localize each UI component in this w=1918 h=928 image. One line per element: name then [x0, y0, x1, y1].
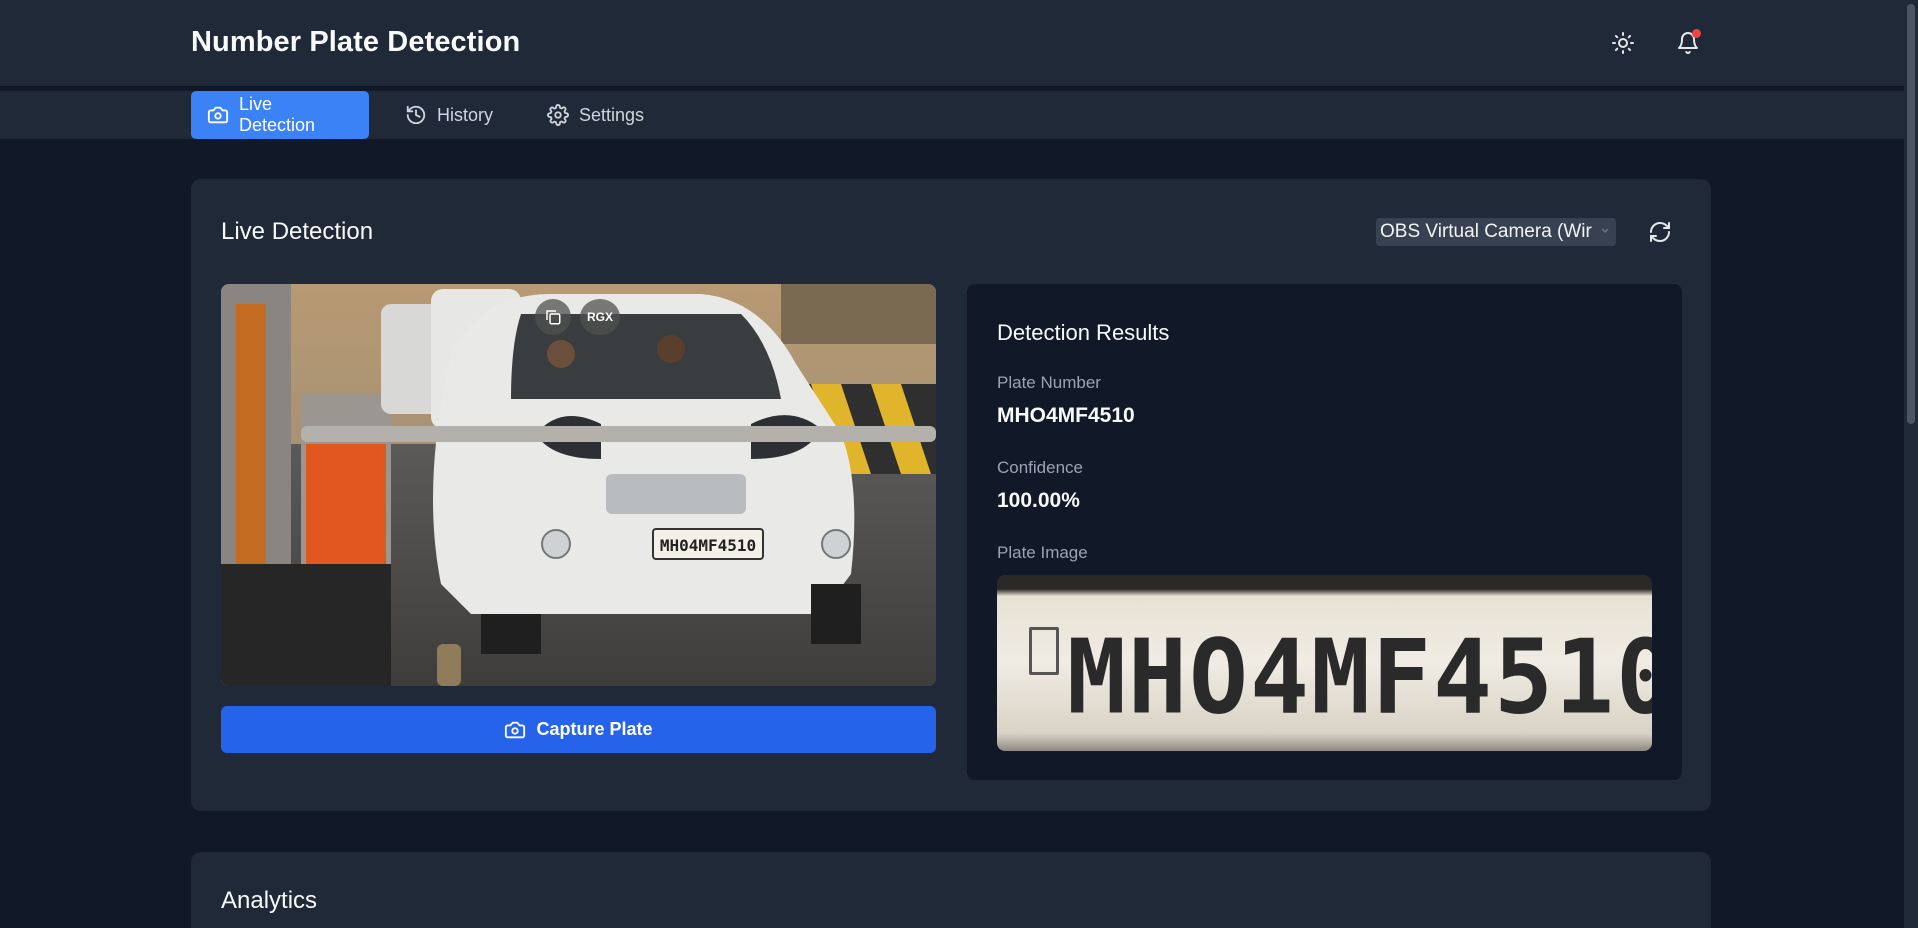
camera-icon	[207, 106, 229, 124]
plate-image-text: MHO4MF4510	[1067, 618, 1652, 738]
sun-icon	[1612, 32, 1634, 54]
capture-plate-button[interactable]: Capture Plate	[221, 706, 936, 753]
feed-plate-text: MH04MF4510	[660, 536, 756, 555]
plate-emblem	[1029, 627, 1059, 675]
analytics-card	[191, 852, 1711, 928]
tab-live-detection[interactable]: Live Detection	[191, 91, 369, 139]
scrollbar-thumb[interactable]	[1907, 4, 1915, 424]
detection-results-title: Detection Results	[997, 320, 1170, 345]
app-title: Number Plate Detection	[191, 26, 521, 58]
capture-plate-label: Capture Plate	[536, 719, 653, 739]
history-icon	[406, 105, 426, 125]
notification-dot	[1692, 29, 1701, 38]
live-detection-title: Live Detection	[221, 218, 374, 245]
camera-select[interactable]: OBS Virtual Camera (Wir	[1376, 218, 1616, 246]
camera-icon	[505, 721, 526, 738]
plate-image-label: Plate Image	[997, 543, 1088, 562]
refresh-icon	[1650, 222, 1670, 242]
scrollbar[interactable]	[1904, 0, 1918, 928]
refresh-cameras-button[interactable]	[1640, 212, 1680, 252]
theme-toggle-button[interactable]	[1603, 23, 1643, 63]
copy-overlay-button[interactable]	[535, 299, 571, 335]
copy-icon	[546, 310, 561, 325]
tab-label: History	[437, 104, 494, 125]
chevron-down-icon	[1601, 228, 1609, 234]
tab-history[interactable]: History	[389, 91, 509, 139]
camera-feed-image: MH04MF4510	[221, 284, 936, 686]
camera-select-value: OBS Virtual Camera (Wir	[1380, 221, 1592, 242]
top-header: Number Plate Detection	[0, 0, 1904, 87]
detection-results-panel: Detection Results Plate Number MHO4MF451…	[967, 284, 1682, 780]
plate-number-value: MHO4MF4510	[997, 404, 1135, 427]
tab-bar: Live Detection History Settings	[0, 91, 1904, 139]
confidence-value: 100.00%	[997, 489, 1080, 512]
analytics-title: Analytics	[221, 887, 318, 914]
confidence-label: Confidence	[997, 458, 1084, 477]
plate-number-label: Plate Number	[997, 373, 1101, 392]
tab-label: Live Detection	[238, 94, 316, 135]
rgx-overlay-button[interactable]: RGX	[580, 299, 620, 335]
tab-label: Settings	[579, 104, 645, 125]
gear-icon	[547, 104, 569, 126]
plate-image: MHO4MF4510	[997, 575, 1652, 751]
camera-feed: MH04MF4510 RGX	[221, 284, 936, 686]
tab-settings[interactable]: Settings	[531, 91, 660, 139]
notifications-button[interactable]	[1668, 23, 1708, 63]
